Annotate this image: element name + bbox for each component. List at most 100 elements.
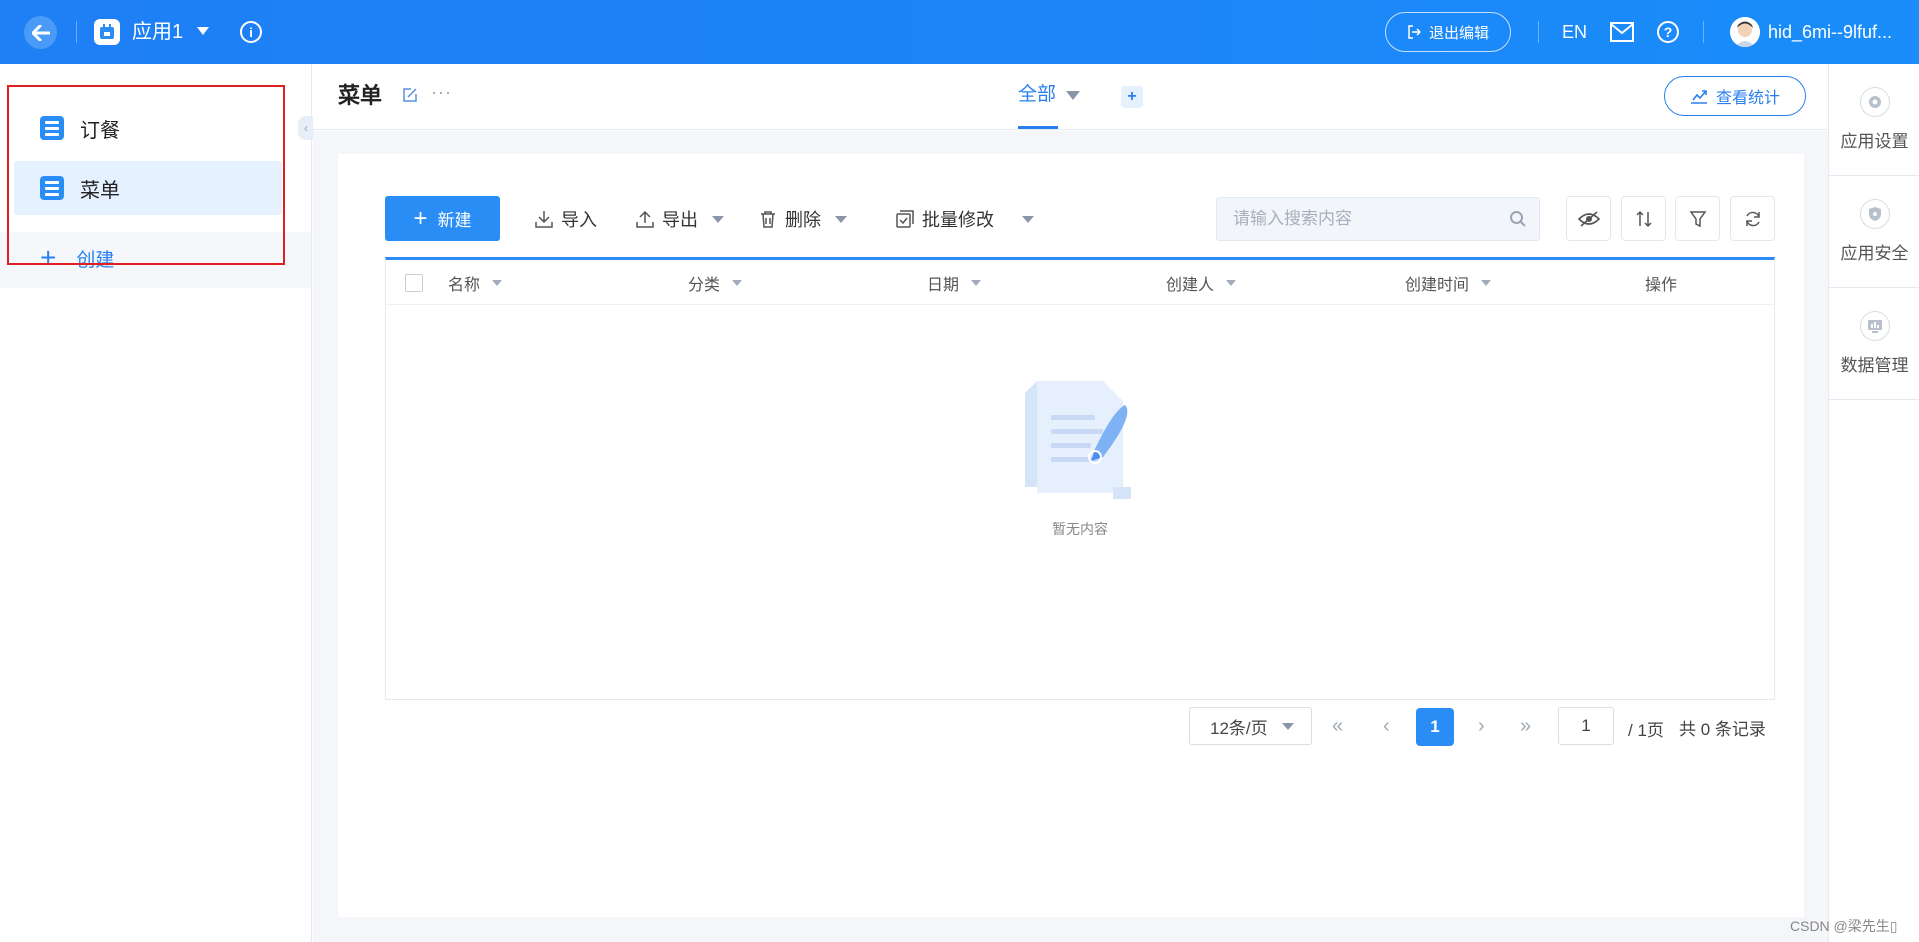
avatar[interactable] (1730, 17, 1760, 47)
next-page-icon[interactable]: › (1478, 716, 1485, 736)
mail-icon[interactable] (1610, 22, 1634, 42)
tab-label: 全部 (1018, 84, 1057, 105)
info-icon[interactable]: i (240, 21, 262, 43)
column-label: 操作 (1645, 276, 1678, 294)
chevron-down-icon (835, 215, 847, 223)
download-icon (535, 211, 553, 228)
page-title: 菜单 (338, 83, 383, 108)
column-label: 日期 (927, 276, 960, 294)
data-table: 名称 分类 日期 创建人 创建时间 操作 暂无内容 (385, 257, 1775, 700)
refresh-icon (1745, 211, 1760, 226)
column-header-name[interactable]: 名称 (448, 260, 503, 305)
first-page-icon[interactable]: « (1332, 716, 1343, 736)
edit-icon[interactable] (402, 87, 418, 103)
collapse-sidebar-button[interactable]: ‹ (298, 116, 314, 140)
page-jump-input[interactable]: 1 (1558, 707, 1614, 745)
refresh-button[interactable] (1730, 196, 1775, 241)
column-header-date[interactable]: 日期 (927, 260, 982, 305)
filter-icon (1689, 210, 1706, 227)
sort-icon (1635, 210, 1652, 227)
view-stats-button[interactable]: 查看统计 (1664, 76, 1806, 116)
delete-button[interactable]: 删除 (759, 204, 847, 234)
watermark: CSDN @梁先生▯ (1790, 918, 1898, 934)
chevron-down-icon (492, 279, 503, 286)
top-bar: 应用1 i 退出编辑 EN ? hid_6mi--9lfuf... (0, 0, 1919, 64)
filter-button[interactable] (1675, 196, 1720, 241)
exit-edit-button[interactable]: 退出编辑 (1385, 12, 1511, 52)
search-box (1216, 197, 1540, 241)
table-header: 名称 分类 日期 创建人 创建时间 操作 (386, 260, 1774, 305)
column-header-created-time[interactable]: 创建时间 (1405, 260, 1492, 305)
chevron-down-icon (732, 279, 743, 286)
batch-edit-button[interactable]: 批量修改 (896, 204, 1034, 234)
main-header: 菜单 ··· 全部 + 查看统计 (313, 64, 1828, 130)
chevron-down-icon (1226, 279, 1237, 286)
export-button[interactable]: 导出 (636, 204, 724, 234)
divider (1538, 21, 1539, 43)
page-number-current[interactable]: 1 (1416, 708, 1454, 746)
app-settings-label: 应用设置 (1840, 132, 1909, 151)
last-page-icon[interactable]: » (1520, 716, 1531, 736)
empty-state-text: 暂无内容 (1052, 521, 1108, 537)
chart-icon (1690, 90, 1707, 104)
back-button[interactable] (24, 16, 57, 49)
app-settings-button[interactable]: 应用设置 (1829, 64, 1919, 176)
view-stats-label: 查看统计 (1715, 90, 1780, 107)
delete-label: 删除 (785, 210, 821, 230)
column-label: 分类 (688, 276, 721, 294)
import-label: 导入 (561, 210, 597, 230)
right-panel: 应用设置 应用安全 数据管理 (1828, 64, 1919, 942)
chevron-down-icon[interactable] (197, 27, 209, 35)
search-input[interactable] (1217, 198, 1539, 240)
upload-icon (636, 210, 654, 228)
batch-edit-icon (896, 210, 914, 228)
app-security-label: 应用安全 (1840, 244, 1909, 263)
data-management-button[interactable]: 数据管理 (1829, 288, 1919, 400)
chevron-down-icon (712, 215, 724, 223)
hide-fields-button[interactable] (1566, 196, 1611, 241)
gear-icon (1859, 87, 1890, 117)
select-all-checkbox[interactable] (405, 274, 423, 292)
divider (1703, 21, 1704, 43)
divider (76, 21, 77, 43)
page-size-label: 12条/页 (1210, 718, 1268, 738)
user-name[interactable]: hid_6mi--9lfuf... (1768, 19, 1914, 45)
column-header-actions: 操作 (1645, 260, 1677, 305)
app-security-button[interactable]: 应用安全 (1829, 176, 1919, 288)
record-count: 共 0 条记录 (1679, 720, 1766, 739)
search-icon[interactable] (1509, 210, 1527, 228)
language-toggle[interactable]: EN (1562, 20, 1587, 44)
chevron-down-icon (1022, 215, 1034, 223)
empty-state: 暂无内容 (386, 375, 1774, 539)
app-icon (94, 19, 120, 45)
chevron-down-icon (1281, 722, 1294, 730)
data-icon (1859, 311, 1890, 341)
page-size-select[interactable]: 12条/页 (1189, 707, 1312, 745)
data-management-label: 数据管理 (1840, 356, 1909, 375)
eye-off-icon (1577, 210, 1600, 227)
new-label: 新建 (437, 211, 472, 230)
total-pages: / 1页 (1628, 721, 1664, 740)
app-name[interactable]: 应用1 (132, 18, 183, 46)
exit-icon (1408, 25, 1421, 39)
highlight-box (7, 85, 285, 265)
add-view-button[interactable]: + (1121, 86, 1143, 108)
column-header-creator[interactable]: 创建人 (1166, 260, 1237, 305)
tab-underline (1018, 126, 1058, 129)
sort-button[interactable] (1621, 196, 1666, 241)
import-button[interactable]: 导入 (535, 204, 597, 234)
tab-all[interactable]: 全部 (1018, 80, 1081, 110)
chevron-down-icon (1066, 90, 1081, 100)
batch-edit-label: 批量修改 (922, 210, 994, 230)
help-icon[interactable]: ? (1657, 21, 1679, 43)
column-header-category[interactable]: 分类 (688, 260, 743, 305)
column-label: 创建时间 (1405, 276, 1470, 294)
column-label: 名称 (448, 276, 481, 294)
chevron-down-icon (971, 279, 982, 286)
empty-document-icon (1025, 381, 1131, 499)
more-icon[interactable]: ··· (431, 82, 452, 103)
new-button[interactable]: + 新建 (385, 196, 500, 241)
prev-page-icon[interactable]: ‹ (1383, 716, 1390, 736)
arrow-left-icon (31, 24, 50, 41)
plus-icon: + (413, 204, 428, 232)
